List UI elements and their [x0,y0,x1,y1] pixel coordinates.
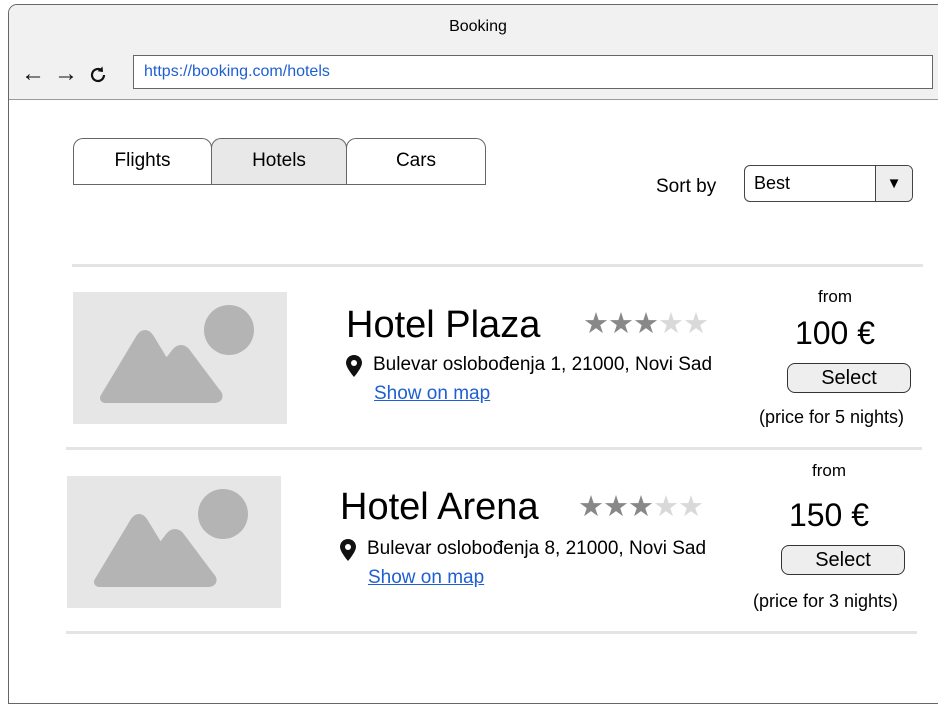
price-note: (price for 5 nights) [759,407,905,427]
divider [66,447,922,450]
star-rating: ★★★★★ [583,308,709,340]
reload-icon[interactable] [88,65,108,88]
image-placeholder-icon [100,305,254,403]
divider [66,631,917,634]
location-pin-icon [346,355,362,382]
sort-value: Best [754,173,791,193]
hotel-name: Hotel Arena [340,486,539,528]
forward-arrow-icon[interactable]: → [54,62,78,86]
star-empty-icon: ★ [683,308,709,340]
price-from-label: from [818,287,852,306]
tab-label: Flights [114,150,171,171]
show-on-map-link[interactable]: Show on map [368,567,484,589]
browser-window: Booking ← → https://booking.com/hotels F… [8,4,938,704]
price-from-label: from [812,461,846,480]
star-empty-icon: ★ [678,491,704,523]
star-filled-icon: ★ [628,491,654,523]
hotel-address: Bulevar oslobođenja 8, 21000, Novi Sad [367,538,707,559]
star-filled-icon: ★ [633,308,659,340]
star-empty-icon: ★ [653,491,679,523]
hotel-address: Bulevar oslobođenja 1, 21000, Novi Sad [373,354,713,375]
tab-hotels[interactable]: Hotels [211,138,347,185]
sort-label: Sort by [656,176,717,197]
image-placeholder-icon [94,489,248,587]
tab-baseline [73,184,486,185]
show-on-map-link[interactable]: Show on map [374,383,490,405]
tab-cars[interactable]: Cars [346,138,486,185]
location-pin-icon [340,539,356,566]
tab-label: Hotels [252,150,306,171]
dropdown-arrow-icon[interactable]: ▼ [875,166,912,201]
star-rating: ★★★★★ [578,491,704,523]
tab-label: Cars [395,150,437,171]
browser-chrome: Booking ← → https://booking.com/hotels [9,5,938,100]
hotel-price: 150 € [788,497,870,533]
divider [72,264,923,267]
star-filled-icon: ★ [608,308,634,340]
star-filled-icon: ★ [603,491,629,523]
hotel-name: Hotel Plaza [346,304,541,346]
back-arrow-icon[interactable]: ← [21,62,45,86]
select-button[interactable]: Select [787,363,911,393]
window-title: Booking [449,18,507,35]
select-button[interactable]: Select [781,545,905,575]
sort-dropdown[interactable]: Best ▼ [744,165,913,202]
hotel-image-placeholder [73,292,287,424]
hotel-price: 100 € [794,315,876,351]
star-filled-icon: ★ [583,308,609,340]
price-note: (price for 3 nights) [753,591,899,611]
star-empty-icon: ★ [658,308,684,340]
star-filled-icon: ★ [578,491,604,523]
url-bar[interactable]: https://booking.com/hotels [133,55,933,89]
tab-flights[interactable]: Flights [73,138,212,185]
hotel-image-placeholder [67,476,281,608]
